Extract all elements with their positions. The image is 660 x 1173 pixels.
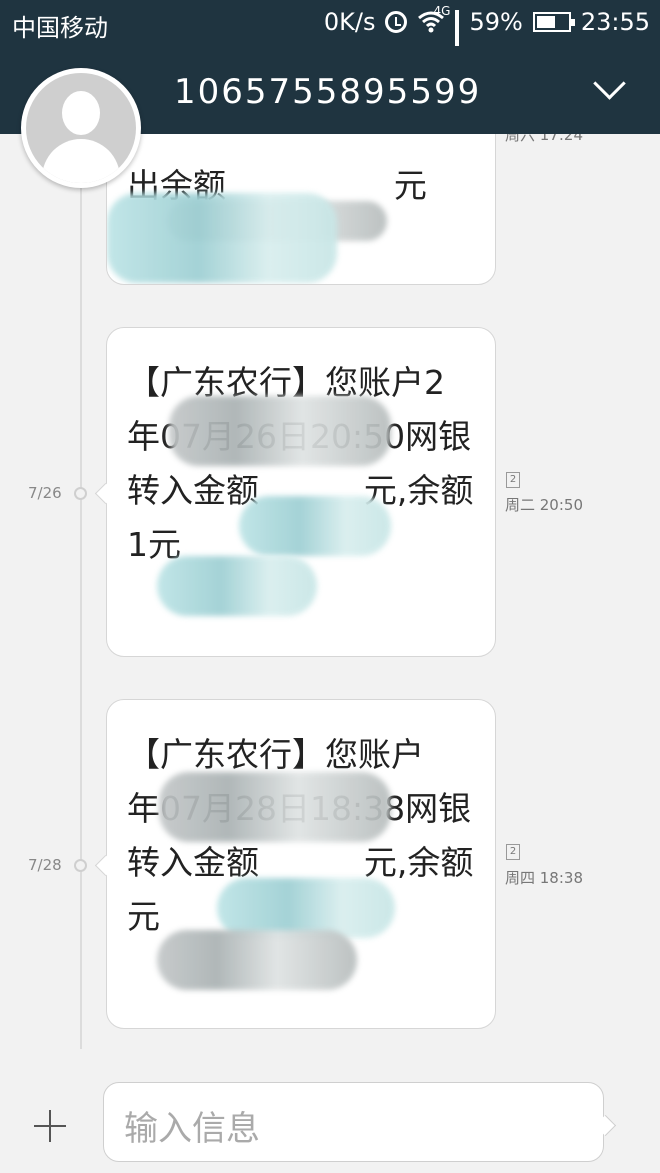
composer-bar: 输入信息	[0, 1066, 660, 1173]
avatar-placeholder-icon	[26, 73, 136, 183]
message-input[interactable]: 输入信息	[103, 1082, 604, 1162]
clock: 23:55	[580, 8, 650, 36]
message-time: 周四 18:38	[505, 869, 583, 887]
date-label: 7/28	[28, 856, 62, 874]
redaction-blur	[157, 930, 357, 990]
redaction-blur	[157, 556, 317, 616]
redaction-blur	[169, 396, 391, 466]
status-icons: 0K/s 4G 59% 23:55	[323, 4, 650, 73]
message-bubble[interactable]: 【广东农行】您账户 年07月28日18:38网银转入金额 元,余额 元	[106, 699, 496, 1029]
redaction-blur	[239, 496, 391, 556]
alarm-icon	[385, 11, 408, 33]
battery-percent: 59%	[469, 8, 523, 36]
carrier-name: 中国移动	[12, 14, 108, 42]
timeline-dot	[74, 859, 87, 872]
message-time: 周二 20:50	[505, 496, 583, 514]
message-bubble[interactable]: 【广东农行】您账户2 年07月26日20:50网银转入金额 元,余额 1元	[106, 327, 496, 657]
contact-avatar[interactable]	[21, 68, 141, 188]
date-label: 7/26	[28, 484, 62, 502]
chevron-down-icon[interactable]	[593, 67, 626, 100]
status-bar: 中国移动 0K/s 4G 59% 23:55	[0, 0, 660, 73]
network-type: 4G	[433, 4, 451, 18]
sim-icon: 2	[506, 472, 520, 488]
redaction-blur	[107, 193, 337, 283]
net-speed: 0K/s	[323, 8, 376, 36]
redaction-blur	[159, 772, 391, 842]
timeline-line	[80, 134, 82, 1049]
signal-icon: 4G	[433, 4, 460, 73]
timeline-dot	[74, 487, 87, 500]
redaction-blur	[217, 878, 395, 938]
add-attachment-button[interactable]	[34, 1110, 66, 1142]
sim-icon: 2	[506, 844, 520, 860]
contact-number[interactable]: 1065755895599	[174, 72, 481, 112]
battery-icon	[532, 12, 575, 32]
